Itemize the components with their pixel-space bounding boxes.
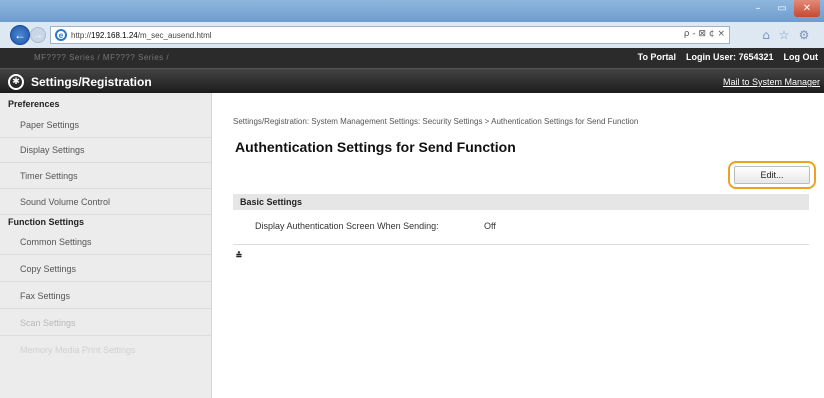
- maximize-icon[interactable]: ▭: [770, 0, 794, 17]
- sidebar-item-paper-settings[interactable]: Paper Settings: [20, 120, 79, 130]
- section-header-basic-settings: Basic Settings: [233, 194, 809, 210]
- login-user-label: Login User: 7654321: [685, 52, 774, 62]
- app-title: Settings/Registration: [31, 75, 152, 89]
- sidebar-item-memory-media-print-settings[interactable]: Memory Media Print Settings: [20, 345, 136, 355]
- sidebar-divider: [0, 254, 211, 255]
- sidebar-heading-preferences: Preferences: [8, 99, 60, 109]
- url-text: http://192.168.1.24/m_sec_ausend.html: [71, 31, 212, 40]
- sidebar-item-fax-settings[interactable]: Fax Settings: [20, 291, 70, 301]
- sidebar-item-copy-settings[interactable]: Copy Settings: [20, 264, 76, 274]
- back-to-top-icon[interactable]: ⩮: [236, 250, 242, 261]
- app-top-bar: MF???? Series / MF???? Series / To Porta…: [0, 48, 824, 68]
- to-portal-link[interactable]: To Portal: [638, 52, 676, 62]
- window-title-bar: – ▭ ✕: [0, 0, 824, 22]
- favorites-star-icon[interactable]: ☆: [776, 27, 792, 43]
- setting-value: Off: [484, 221, 496, 231]
- url-prefix: http://: [71, 30, 92, 40]
- sidebar-divider: [0, 308, 211, 309]
- sidebar-divider: [0, 281, 211, 282]
- sidebar-divider: [0, 162, 211, 163]
- breadcrumb: Settings/Registration: System Management…: [233, 117, 639, 126]
- browser-toolbar: ← → e http://192.168.1.24/m_sec_ausend.h…: [0, 22, 824, 48]
- setting-label: Display Authentication Screen When Sendi…: [255, 221, 439, 231]
- sidebar-divider: [0, 214, 211, 215]
- page-title: Authentication Settings for Send Functio…: [235, 139, 516, 155]
- tools-gear-icon[interactable]: ⚙: [796, 27, 812, 43]
- sidebar-item-scan-settings[interactable]: Scan Settings: [20, 318, 76, 328]
- content-divider: [233, 244, 809, 245]
- minimize-icon[interactable]: –: [746, 0, 770, 17]
- sidebar-item-display-settings[interactable]: Display Settings: [20, 145, 85, 155]
- sidebar-divider: [0, 335, 211, 336]
- back-arrow-icon[interactable]: ←: [10, 25, 30, 45]
- home-icon[interactable]: ⌂: [758, 27, 774, 43]
- close-icon[interactable]: ✕: [794, 0, 820, 17]
- sidebar: Preferences Paper Settings Display Setti…: [0, 93, 212, 398]
- sidebar-item-common-settings[interactable]: Common Settings: [20, 237, 92, 247]
- section-title: Basic Settings: [240, 197, 303, 207]
- settings-gear-icon: ✱: [8, 74, 24, 90]
- sidebar-item-sound-volume-control[interactable]: Sound Volume Control: [20, 197, 110, 207]
- sidebar-heading-function-settings: Function Settings: [8, 217, 84, 227]
- mail-to-system-manager-link[interactable]: Mail to System Manager: [723, 77, 820, 87]
- sidebar-divider: [0, 188, 211, 189]
- url-path: /m_sec_ausend.html: [137, 30, 212, 40]
- sidebar-divider: [0, 137, 211, 138]
- sidebar-item-timer-settings[interactable]: Timer Settings: [20, 171, 78, 181]
- browser-page-icon: e: [55, 29, 67, 41]
- address-bar[interactable]: e http://192.168.1.24/m_sec_ausend.html …: [50, 26, 730, 44]
- forward-arrow-icon[interactable]: →: [30, 27, 46, 43]
- device-model: MF???? Series / MF???? Series /: [34, 53, 170, 62]
- edit-button[interactable]: Edit...: [734, 166, 810, 184]
- address-tools[interactable]: ρ - ⊠ ¢ ×: [684, 29, 725, 39]
- page-header: ✱ Settings/Registration Mail to System M…: [0, 68, 824, 93]
- url-host: 192.168.1.24: [91, 30, 138, 40]
- log-out-link[interactable]: Log Out: [784, 52, 819, 62]
